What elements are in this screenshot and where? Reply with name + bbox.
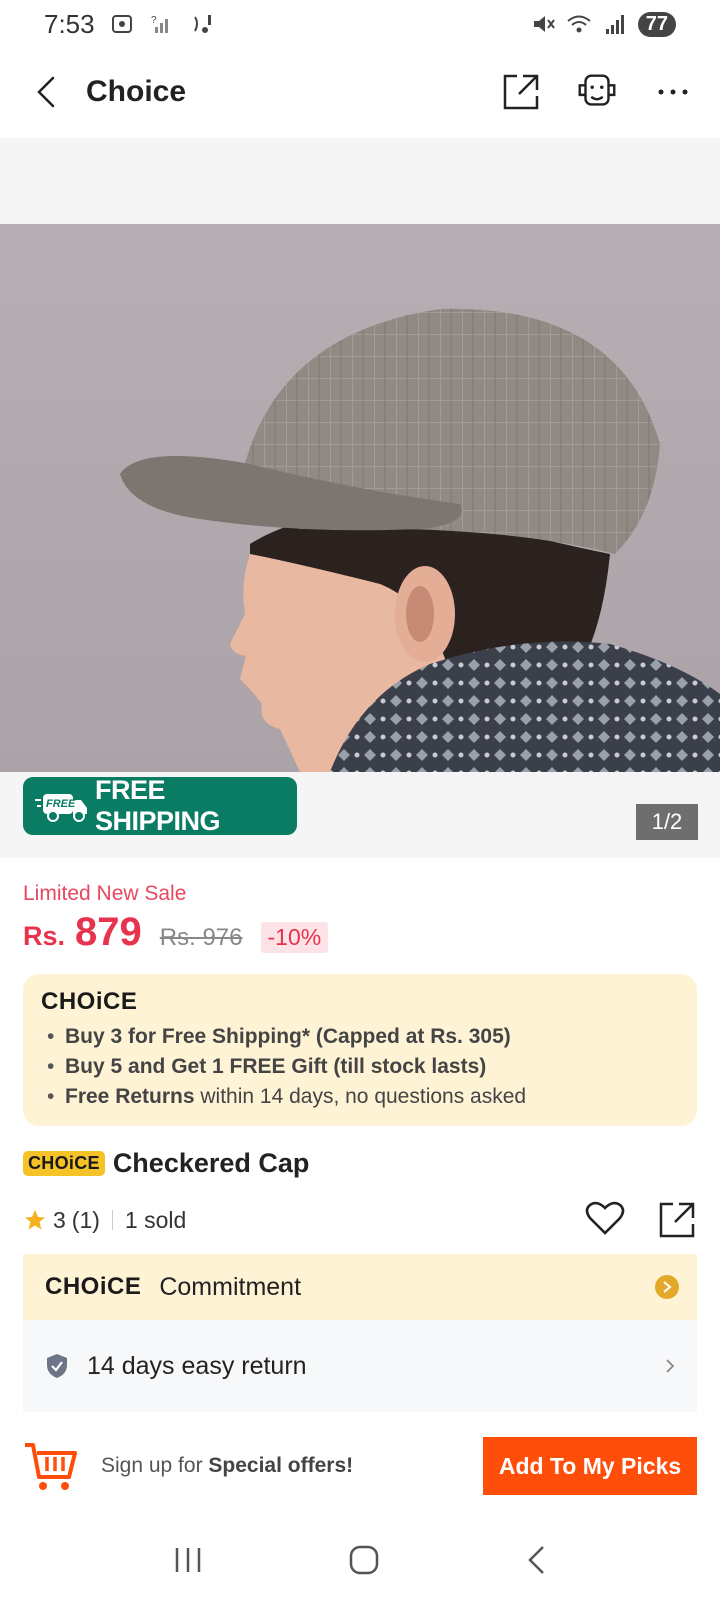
benefit-item: Buy 5 and Get 1 FREE Gift (till stock la… — [41, 1052, 679, 1082]
share-product-icon[interactable] — [657, 1200, 697, 1240]
star-icon — [25, 1210, 45, 1230]
rating-row: 3 (1) 1 sold — [23, 1196, 697, 1244]
header-spacer — [0, 138, 720, 224]
price-currency: Rs. — [23, 921, 66, 951]
benefit-list: Buy 3 for Free Shipping* (Capped at Rs. … — [41, 1022, 679, 1112]
choice-logo: CHOiCE — [41, 988, 138, 1015]
support-button[interactable] — [574, 69, 620, 115]
discount-badge: -10% — [260, 922, 329, 953]
benefit-item: Free Returns within 14 days, no question… — [41, 1082, 679, 1112]
return-policy-text: 14 days easy return — [87, 1351, 307, 1380]
status-bar: 7:53 ? 77 — [0, 0, 720, 48]
product-page: 7:53 ? 77 Choice FREE FREE SHIPPING 1/2 … — [0, 0, 720, 1600]
back-nav-icon[interactable] — [525, 1544, 547, 1576]
sale-label: Limited New Sale — [23, 882, 187, 905]
svg-text:?: ? — [151, 15, 157, 26]
add-to-picks-button[interactable]: Add To My Picks — [483, 1437, 697, 1495]
rating-value[interactable]: 3 — [53, 1207, 66, 1234]
commitment-choice-logo: CHOiCE — [45, 1273, 142, 1300]
wifi-call-icon — [193, 15, 211, 33]
product-image[interactable] — [0, 224, 720, 772]
product-photo — [120, 308, 720, 772]
commitment-label: Commitment — [159, 1272, 302, 1301]
sold-count: 1 sold — [124, 1206, 187, 1233]
more-button[interactable] — [650, 69, 696, 115]
app-header: Choice — [0, 48, 720, 136]
bottom-action-bar: Sign up for Special offers! Add To My Pi… — [0, 1428, 720, 1504]
more-dots-icon — [658, 89, 688, 95]
no-signal-icon: ? — [151, 15, 168, 33]
original-price: Rs. 976 — [159, 924, 243, 951]
benefit-item: Buy 3 for Free Shipping* (Capped at Rs. … — [41, 1022, 679, 1052]
free-shipping-label: FREE SHIPPING — [94, 775, 221, 836]
share-icon — [503, 74, 539, 110]
shield-check-icon — [47, 1354, 67, 1378]
back-button[interactable] — [24, 70, 68, 114]
easy-return-row[interactable]: 14 days easy return — [23, 1320, 697, 1412]
chevron-right-circle-icon — [655, 1275, 679, 1299]
signal-icon — [605, 15, 624, 34]
delivery-truck-icon: FREE — [35, 794, 87, 822]
home-icon[interactable] — [348, 1544, 380, 1576]
share-button[interactable] — [498, 69, 544, 115]
customer-service-icon — [578, 74, 616, 106]
current-price: 879 — [75, 910, 142, 954]
wishlist-heart-icon[interactable] — [585, 1200, 625, 1236]
chevron-left-icon — [37, 76, 55, 108]
review-count[interactable]: (1) — [72, 1207, 100, 1234]
status-time: 7:53 — [44, 8, 95, 39]
image-page-indicator: 1/2 — [636, 804, 698, 840]
cart-icon[interactable] — [23, 1439, 79, 1493]
product-title: Checkered Cap — [112, 1148, 310, 1178]
choice-benefits-card[interactable]: CHOiCE Buy 3 for Free Shipping* (Capped … — [23, 974, 697, 1126]
price-row: Rs. 879 Rs. 976 -10% — [23, 910, 329, 955]
system-nav-bar — [0, 1520, 720, 1600]
screenshot-icon — [111, 15, 132, 33]
divider — [111, 1210, 113, 1230]
chevron-right-icon — [666, 1359, 675, 1373]
free-shipping-badge: FREE FREE SHIPPING — [23, 775, 297, 836]
choice-commitment-bar[interactable]: CHOiCE Commitment — [23, 1254, 697, 1320]
wifi-icon — [567, 15, 591, 33]
recent-apps-icon[interactable] — [173, 1546, 203, 1574]
free-icon-text: FREE — [46, 798, 76, 810]
image-footer: FREE FREE SHIPPING 1/2 — [0, 772, 720, 858]
page-title: Choice — [86, 75, 187, 108]
choice-badge: CHOiCE — [23, 1151, 105, 1176]
battery-indicator: 77 — [637, 11, 676, 37]
product-title-row: CHOiCE Checkered Cap — [23, 1148, 309, 1179]
signup-promo[interactable]: Sign up for Special offers! — [101, 1454, 353, 1478]
mute-icon — [533, 16, 555, 32]
